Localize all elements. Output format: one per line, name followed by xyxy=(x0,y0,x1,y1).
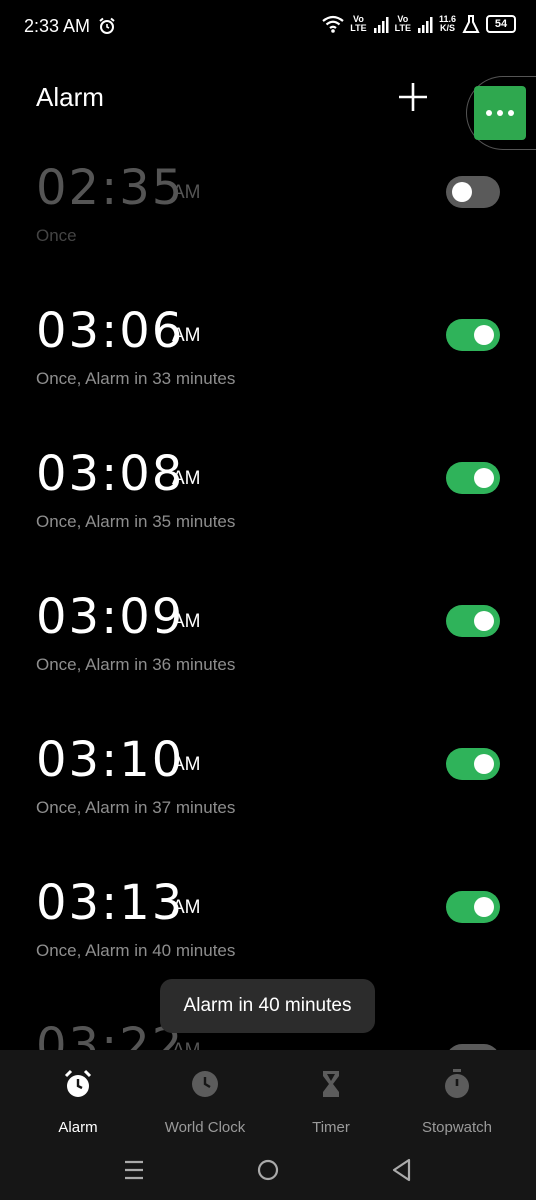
tab-timer[interactable]: Timer xyxy=(264,1064,398,1136)
alarm-time: 02:35 xyxy=(36,160,185,216)
flask-icon xyxy=(462,15,480,33)
tab-label: Stopwatch xyxy=(421,1119,493,1136)
alarm-icon xyxy=(99,17,115,34)
page-title: Alarm xyxy=(36,82,104,112)
alarm-time: 03:06 xyxy=(36,303,185,359)
alarm-toggle[interactable] xyxy=(446,605,500,637)
home-icon[interactable] xyxy=(254,1156,282,1184)
alarm-row[interactable]: 03:08 AM Once, Alarm in 35 minutes xyxy=(0,446,536,589)
alarm-row[interactable]: 03:09 AM Once, Alarm in 36 minutes xyxy=(0,589,536,732)
alarm-subtitle: Once, Alarm in 36 minutes xyxy=(36,655,236,674)
alarm-ampm: AM xyxy=(172,611,201,632)
signal-icon xyxy=(373,17,389,33)
plus-icon[interactable] xyxy=(396,80,430,114)
stopwatch-icon xyxy=(445,1069,469,1098)
signal-icon-2 xyxy=(417,17,433,33)
tab-world-clock[interactable]: World Clock xyxy=(138,1064,272,1136)
status-icons: Vo LTE Vo LTE 11.6 K/S 54 xyxy=(322,14,516,34)
alarm-time: 03:10 xyxy=(36,732,185,788)
alarm-ampm: AM xyxy=(172,897,201,918)
menu-icon[interactable] xyxy=(120,1156,148,1184)
status-bar: 2:33 AM Vo LTE Vo LTE 11.6 K/S 54 xyxy=(0,0,536,54)
alarm-toggle[interactable] xyxy=(446,462,500,494)
alarm-ampm: AM xyxy=(172,468,201,489)
hourglass-icon xyxy=(323,1071,339,1097)
clock-icon xyxy=(192,1071,218,1097)
back-icon[interactable] xyxy=(388,1156,416,1184)
alarm-ampm: AM xyxy=(172,1040,201,1050)
alarm-time: 03:08 xyxy=(36,446,185,502)
battery-icon: 54 xyxy=(486,15,516,33)
status-time: 2:33 AM xyxy=(24,16,91,36)
more-dots-icon[interactable] xyxy=(474,86,526,140)
alarm-ampm: AM xyxy=(172,325,201,346)
wifi-icon xyxy=(322,15,344,33)
alarm-toggle[interactable] xyxy=(446,319,500,351)
system-navigation xyxy=(0,1140,536,1200)
tab-label: World Clock xyxy=(164,1119,246,1136)
alarm-toggle[interactable] xyxy=(446,176,500,208)
volte-1-label: Vo LTE xyxy=(350,14,367,33)
alarm-ampm: AM xyxy=(172,754,201,775)
alarm-subtitle: Once xyxy=(36,226,77,245)
alarm-time: 03:09 xyxy=(36,589,185,645)
toast-message: Alarm in 40 minutes xyxy=(160,979,375,1033)
tab-label: Alarm xyxy=(58,1119,98,1136)
alarm-subtitle: Once, Alarm in 33 minutes xyxy=(36,369,236,388)
tab-alarm[interactable]: Alarm xyxy=(11,1064,145,1136)
alarm-time: 03:13 xyxy=(36,875,185,931)
network-speed: 11.6 K/S xyxy=(438,14,456,33)
alarm-toggle[interactable] xyxy=(446,891,500,923)
alarm-toggle[interactable] xyxy=(446,748,500,780)
alarm-row[interactable]: 02:35 AM Once xyxy=(0,160,536,303)
volte-2-label: Vo LTE xyxy=(394,14,411,33)
tab-label: Timer xyxy=(312,1119,350,1136)
alarm-clock-icon xyxy=(64,1069,92,1097)
tab-stopwatch[interactable]: Stopwatch xyxy=(390,1064,524,1136)
alarm-ampm: AM xyxy=(172,182,201,203)
alarm-row[interactable]: 03:10 AM Once, Alarm in 37 minutes xyxy=(0,732,536,875)
alarm-row[interactable]: 03:06 AM Once, Alarm in 33 minutes xyxy=(0,303,536,446)
alarm-subtitle: Once, Alarm in 35 minutes xyxy=(36,512,236,531)
alarm-subtitle: Once, Alarm in 40 minutes xyxy=(36,941,236,960)
alarm-subtitle: Once, Alarm in 37 minutes xyxy=(36,798,236,817)
